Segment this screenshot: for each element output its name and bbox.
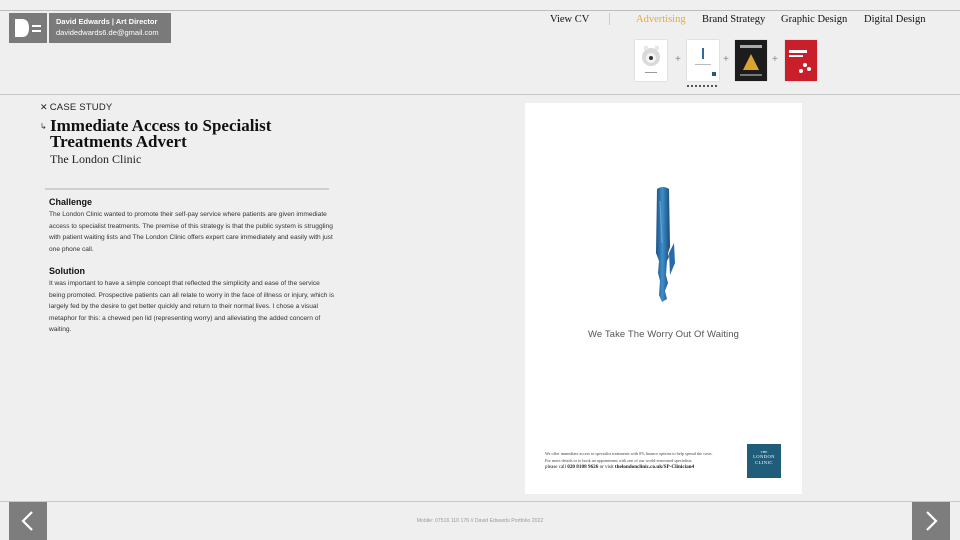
ad-url: thelondonclinic.co.uk/SP-Clinician4 xyxy=(614,464,695,470)
challenge-heading: Challenge xyxy=(49,197,93,207)
nav-graphic-design[interactable]: Graphic Design xyxy=(781,14,847,25)
poster-icon xyxy=(789,50,811,73)
ad-fine-line-1: We offer immediate access to specialist … xyxy=(545,451,713,456)
thumb-separator: + xyxy=(675,54,681,65)
solution-text: It was important to have a simple concep… xyxy=(49,280,335,333)
return-arrow-icon[interactable]: ↳ xyxy=(40,122,47,131)
solution-heading: Solution xyxy=(49,266,85,276)
nav-advertising[interactable]: Advertising xyxy=(636,14,686,25)
project-thumbnails: + + + xyxy=(0,40,960,90)
ad-cta-prefix: please call xyxy=(545,465,566,470)
client-name: The London Clinic xyxy=(50,152,142,166)
ad-cta-mid: or visit xyxy=(599,465,614,470)
ad-fine-line-2: For more details or to book an appointme… xyxy=(545,458,693,463)
ad-phone: 020 8108 9626 xyxy=(567,464,599,470)
nav-divider xyxy=(609,13,610,25)
london-clinic-logo: THE LONDON CLINIC xyxy=(747,444,781,478)
ad-fineprint: We offer immediate access to specialist … xyxy=(545,450,743,471)
email-link[interactable]: davidedwards6.de@gmail.com xyxy=(56,27,171,38)
main-nav: View CV Advertising Brand Strategy Graph… xyxy=(0,14,960,26)
challenge-text: The London Clinic wanted to promote thei… xyxy=(49,211,333,253)
pen-lid-icon xyxy=(695,48,716,76)
nav-brand-strategy[interactable]: Brand Strategy xyxy=(702,14,765,25)
case-study-label[interactable]: ✕ CASE STUDY xyxy=(40,102,112,113)
thumb-red-poster[interactable] xyxy=(785,40,817,81)
advert-image: We Take The Worry Out Of Waiting We offe… xyxy=(525,103,802,494)
thumb-separator: + xyxy=(723,54,729,65)
content-divider xyxy=(45,188,329,190)
footer-divider xyxy=(0,501,960,502)
wrench-icon xyxy=(642,46,660,73)
case-study-text: CASE STUDY xyxy=(49,102,113,113)
thumb-wrench-ad[interactable] xyxy=(635,40,667,81)
thumb-london-clinic-ad[interactable] xyxy=(687,40,719,81)
footer-text: Mobile: 07516 110 176 // David Edwards P… xyxy=(416,518,544,524)
ad-tagline: We Take The Worry Out Of Waiting xyxy=(587,329,740,340)
thumb-dark-poster[interactable] xyxy=(735,40,767,81)
page-title: Immediate Access to Specialist Treatment… xyxy=(50,116,272,151)
pen-lid-icon xyxy=(656,187,675,302)
top-divider xyxy=(0,10,960,11)
poster-icon xyxy=(740,45,762,76)
nav-digital-design[interactable]: Digital Design xyxy=(864,14,926,25)
header-divider xyxy=(0,94,960,95)
nav-view-cv[interactable]: View CV xyxy=(550,14,589,25)
ad-cta: please call 020 8108 9626 or visit thelo… xyxy=(545,464,743,471)
selected-thumb-indicator xyxy=(687,85,717,87)
close-icon[interactable]: ✕ xyxy=(40,102,48,112)
logo-line-2: CLINIC xyxy=(755,460,773,465)
thumb-separator: + xyxy=(772,54,778,65)
